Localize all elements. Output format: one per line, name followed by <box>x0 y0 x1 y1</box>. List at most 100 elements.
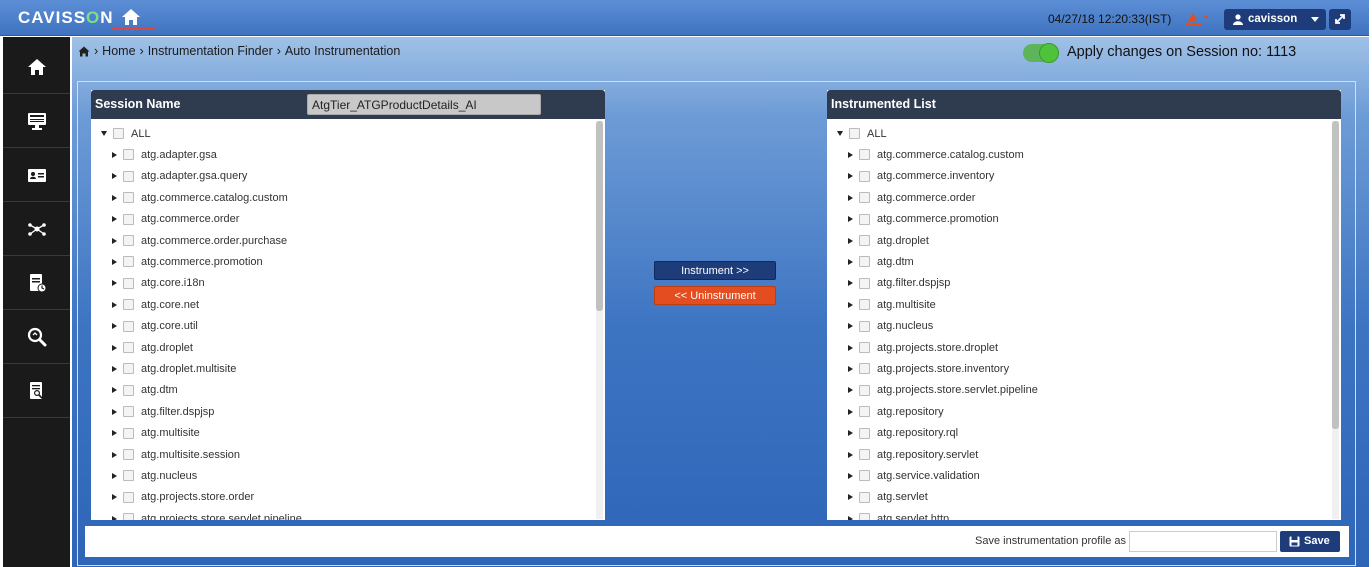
tree-item[interactable]: atg.core.util <box>112 316 198 337</box>
sidebar-item-document-search[interactable] <box>3 365 70 418</box>
tree-checkbox[interactable] <box>859 470 870 482</box>
caret-right-icon[interactable] <box>112 237 117 244</box>
apply-changes-toggle[interactable] <box>1023 43 1059 63</box>
tree-checkbox[interactable] <box>859 192 870 204</box>
caret-right-icon[interactable] <box>112 365 117 372</box>
tree-checkbox[interactable] <box>123 192 134 204</box>
tree-item[interactable]: atg.commerce.promotion <box>112 251 263 272</box>
scrollbar[interactable] <box>1332 121 1339 519</box>
home-icon[interactable] <box>78 46 90 57</box>
caret-right-icon[interactable] <box>848 194 853 201</box>
sidebar-item-search[interactable] <box>3 311 70 364</box>
tree-item[interactable]: atg.projects.store.servlet.pipeline <box>112 508 302 520</box>
caret-right-icon[interactable] <box>112 387 117 394</box>
tree-item[interactable]: atg.commerce.order <box>112 209 239 230</box>
caret-right-icon[interactable] <box>848 216 853 223</box>
tree-checkbox[interactable] <box>123 320 134 332</box>
caret-right-icon[interactable] <box>112 451 117 458</box>
tree-checkbox[interactable] <box>123 406 134 418</box>
caret-right-icon[interactable] <box>112 408 117 415</box>
caret-right-icon[interactable] <box>848 323 853 330</box>
caret-right-icon[interactable] <box>112 258 117 265</box>
tree-checkbox[interactable] <box>123 384 134 396</box>
tree-item[interactable]: atg.adapter.gsa <box>112 144 217 165</box>
tree-item[interactable]: atg.nucleus <box>848 316 933 337</box>
caret-down-icon[interactable] <box>837 131 843 136</box>
tree-item[interactable]: atg.adapter.gsa.query <box>112 166 247 187</box>
tree-item[interactable]: atg.projects.store.droplet <box>848 337 998 358</box>
tree-item[interactable]: atg.projects.store.inventory <box>848 358 1009 379</box>
sidebar-item-id-card[interactable] <box>3 149 70 202</box>
tree-checkbox[interactable] <box>859 406 870 418</box>
breadcrumb-home[interactable]: Home <box>102 44 135 58</box>
tree-checkbox[interactable] <box>123 363 134 375</box>
caret-right-icon[interactable] <box>112 173 117 180</box>
home-icon[interactable] <box>121 8 141 26</box>
alert-icon[interactable] <box>1184 9 1214 27</box>
tree-checkbox[interactable] <box>123 149 134 161</box>
tree-item[interactable]: atg.droplet <box>848 230 929 251</box>
tree-item[interactable]: atg.service.validation <box>848 465 980 486</box>
tree-checkbox[interactable] <box>859 427 870 439</box>
session-name-input[interactable] <box>307 94 541 115</box>
caret-right-icon[interactable] <box>848 515 853 520</box>
fullscreen-button[interactable] <box>1329 9 1351 30</box>
tree-item[interactable]: atg.dtm <box>112 380 178 401</box>
tree-item[interactable]: atg.commerce.catalog.custom <box>848 144 1024 165</box>
caret-right-icon[interactable] <box>112 301 117 308</box>
tree-checkbox[interactable] <box>859 449 870 460</box>
sidebar-item-monitor[interactable] <box>3 95 70 148</box>
tree-checkbox[interactable] <box>123 427 134 439</box>
caret-right-icon[interactable] <box>848 494 853 501</box>
caret-right-icon[interactable] <box>848 237 853 244</box>
tree-checkbox[interactable] <box>123 256 134 268</box>
caret-right-icon[interactable] <box>112 151 117 158</box>
caret-right-icon[interactable] <box>112 216 117 223</box>
caret-right-icon[interactable] <box>848 344 853 351</box>
caret-right-icon[interactable] <box>848 430 853 437</box>
scrollbar-thumb[interactable] <box>1332 121 1339 429</box>
tree-item[interactable]: atg.commerce.catalog.custom <box>112 187 288 208</box>
tree-item[interactable]: atg.commerce.order <box>848 187 975 208</box>
scrollbar-thumb[interactable] <box>596 121 603 311</box>
caret-down-icon[interactable] <box>101 131 107 136</box>
caret-right-icon[interactable] <box>848 451 853 458</box>
tree-checkbox[interactable] <box>859 342 870 353</box>
tree-item[interactable]: atg.nucleus <box>112 465 197 486</box>
tree-checkbox[interactable] <box>123 277 134 289</box>
tree-checkbox[interactable] <box>123 299 134 311</box>
tree-checkbox[interactable] <box>123 513 134 520</box>
caret-right-icon[interactable] <box>112 280 117 287</box>
tree-item[interactable]: atg.servlet <box>848 487 928 508</box>
tree-item[interactable]: atg.multisite <box>112 423 200 444</box>
tree-checkbox[interactable] <box>859 149 870 161</box>
tree-item[interactable]: atg.filter.dspjsp <box>112 401 214 422</box>
sidebar-item-home[interactable] <box>3 41 70 94</box>
caret-right-icon[interactable] <box>848 151 853 158</box>
tree-item[interactable]: atg.commerce.promotion <box>848 209 999 230</box>
tree-item[interactable]: atg.repository <box>848 401 944 422</box>
tree-checkbox[interactable] <box>123 342 134 353</box>
tree-checkbox[interactable] <box>859 513 870 520</box>
tree-item[interactable]: atg.multisite.session <box>112 444 240 465</box>
tree-checkbox[interactable] <box>123 470 134 482</box>
tree-checkbox[interactable] <box>123 235 134 246</box>
tree-checkbox[interactable] <box>123 449 134 460</box>
tree-item[interactable]: atg.multisite <box>848 294 936 315</box>
tree-checkbox[interactable] <box>113 128 124 139</box>
caret-right-icon[interactable] <box>112 515 117 520</box>
instrument-button[interactable]: Instrument >> <box>654 261 776 280</box>
scrollbar[interactable] <box>596 121 603 519</box>
caret-right-icon[interactable] <box>848 472 853 479</box>
tree-item[interactable]: atg.filter.dspjsp <box>848 273 950 294</box>
profile-name-input[interactable] <box>1129 531 1277 552</box>
breadcrumb-instrumentation-finder[interactable]: Instrumentation Finder <box>148 44 273 58</box>
tree-checkbox[interactable] <box>859 320 870 332</box>
tree-checkbox[interactable] <box>859 170 870 182</box>
user-menu-button[interactable]: cavisson <box>1224 9 1326 30</box>
caret-right-icon[interactable] <box>848 365 853 372</box>
sidebar-item-network[interactable] <box>3 203 70 256</box>
caret-right-icon[interactable] <box>112 194 117 201</box>
tree-item[interactable]: atg.dtm <box>848 251 914 272</box>
caret-right-icon[interactable] <box>848 258 853 265</box>
